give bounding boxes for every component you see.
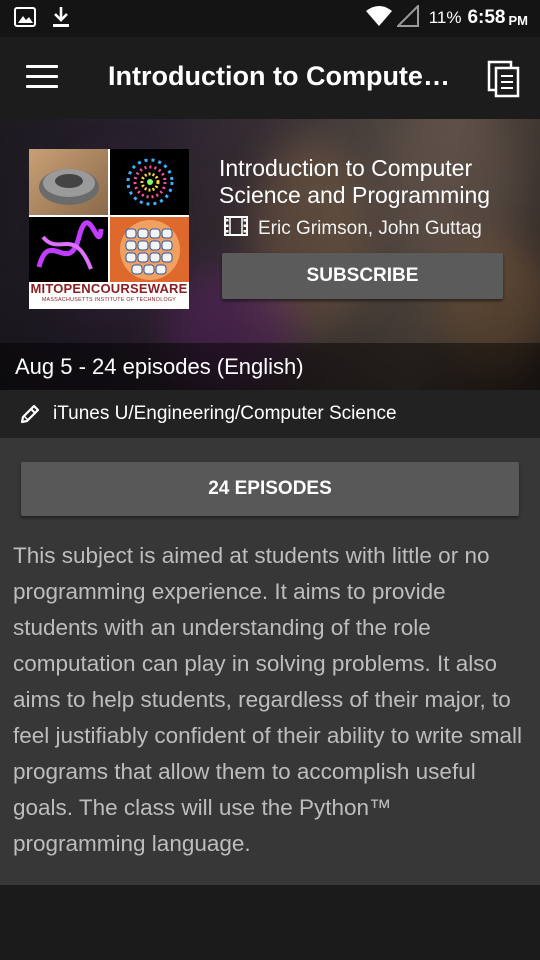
signal-icon — [395, 3, 419, 32]
bottom-area — [0, 885, 540, 960]
category-path: iTunes U/Engineering/Computer Science — [53, 403, 397, 424]
clock-ampm: PM — [508, 12, 529, 28]
podcast-header: MITOPENCOURSEWARE MASSACHUSETTS INSTITUT… — [0, 119, 540, 390]
toolbar-title: Introduction to Computer Science and Pro… — [108, 61, 460, 91]
artwork-caption: MITOPENCOURSEWARE MASSACHUSETTS INSTITUT… — [29, 282, 189, 309]
film-icon — [224, 216, 248, 241]
wifi-icon — [365, 5, 393, 32]
podcast-title: Introduction to Computer Science and Pro… — [219, 155, 491, 208]
battery-level: 11% — [428, 8, 462, 27]
artwork-robot-tile — [29, 149, 108, 215]
image-icon — [14, 7, 36, 32]
download-icon — [52, 6, 70, 33]
pencil-icon — [19, 403, 41, 430]
podcast-authors: Eric Grimson, John Guttag — [258, 217, 482, 239]
artwork-protein-tile — [29, 217, 108, 283]
author-row: Eric Grimson, John Guttag — [224, 216, 482, 241]
artwork-fractal-tile — [110, 149, 189, 215]
mit-ocw-logo-subtext: MASSACHUSETTS INSTITUTE OF TECHNOLOGY — [41, 297, 177, 303]
podcast-artwork: MITOPENCOURSEWARE MASSACHUSETTS INSTITUT… — [29, 149, 189, 309]
episodes-summary: Aug 5 - 24 episodes (English) — [15, 354, 304, 379]
app-toolbar: Introduction to Computer Science and Pro… — [0, 37, 540, 119]
podcast-details: 24 EPISODES This subject is aimed at stu… — [0, 438, 540, 885]
category-row[interactable]: iTunes U/Engineering/Computer Science — [0, 390, 540, 438]
episodes-summary-bar: Aug 5 - 24 episodes (English) — [0, 343, 540, 390]
copy-icon[interactable] — [486, 59, 522, 99]
clock-time: 6:58 — [467, 7, 506, 28]
subscribe-button[interactable]: SUBSCRIBE — [222, 253, 503, 299]
mit-ocw-logo-text: MITOPENCOURSEWARE — [30, 281, 188, 296]
menu-icon[interactable] — [26, 65, 58, 91]
podcast-description: This subject is aimed at students with l… — [13, 543, 522, 856]
episodes-button[interactable]: 24 EPISODES — [21, 462, 519, 516]
artwork-keyboard-tile — [110, 217, 189, 283]
status-bar: 11% 6:58 PM — [0, 0, 540, 37]
